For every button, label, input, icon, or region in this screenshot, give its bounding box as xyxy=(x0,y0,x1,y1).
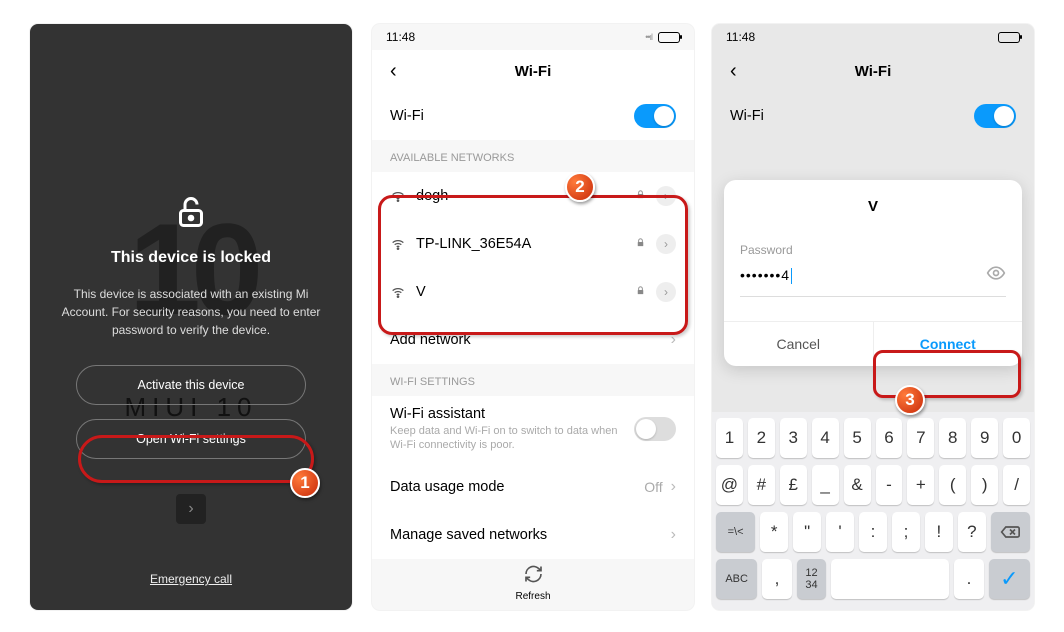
key-7[interactable]: 7 xyxy=(907,418,934,458)
eye-icon[interactable] xyxy=(986,263,1006,288)
backspace-key[interactable] xyxy=(991,512,1030,552)
wifi-toggle[interactable] xyxy=(974,104,1016,128)
locked-description: This device is associated with an existi… xyxy=(30,285,352,339)
key-2[interactable]: 2 xyxy=(748,418,775,458)
keyboard: 1234567890 @#£_&-+()/ =\< *"':;!? ABC , … xyxy=(712,412,1034,610)
highlight-box-2 xyxy=(378,195,688,335)
key-@[interactable]: @ xyxy=(716,465,743,505)
key-'[interactable]: ' xyxy=(826,512,854,552)
key-*[interactable]: * xyxy=(760,512,788,552)
refresh-button[interactable]: Refresh xyxy=(515,564,550,602)
signal-icon: ••ıl xyxy=(645,32,652,42)
key--[interactable]: - xyxy=(876,465,903,505)
activate-device-button[interactable]: Activate this device xyxy=(76,365,306,405)
shift-key[interactable]: =\< xyxy=(716,512,755,552)
wifi-password-screen: 11:48 ‹ Wi-Fi Wi-Fi V Password •••••••4 … xyxy=(712,24,1034,610)
password-value: •••••••4 xyxy=(740,267,986,284)
key-![interactable]: ! xyxy=(925,512,953,552)
period-key[interactable]: . xyxy=(954,559,983,599)
comma-key[interactable]: , xyxy=(762,559,791,599)
abc-key[interactable]: ABC xyxy=(716,559,757,599)
enter-key[interactable]: ✓ xyxy=(989,559,1030,599)
available-networks-header: AVAILABLE NETWORKS xyxy=(372,140,694,172)
key-([interactable]: ( xyxy=(939,465,966,505)
header-title: Wi-Fi xyxy=(372,63,694,80)
key-#[interactable]: # xyxy=(748,465,775,505)
wifi-toggle[interactable] xyxy=(634,104,676,128)
highlight-box-3 xyxy=(873,350,1021,398)
wifi-settings-header: WI-FI SETTINGS xyxy=(372,364,694,396)
step-badge-1: 1 xyxy=(290,468,320,498)
lang-switch-key[interactable]: 1234 xyxy=(797,559,826,599)
key-/[interactable]: / xyxy=(1003,465,1030,505)
refresh-label: Refresh xyxy=(515,591,550,602)
key-;[interactable]: ; xyxy=(892,512,920,552)
battery-icon xyxy=(998,32,1020,43)
header-title: Wi-Fi xyxy=(712,63,1034,80)
locked-device-screen: 10 MIUI 10 This device is locked This de… xyxy=(30,24,352,610)
manage-saved-row[interactable]: Manage saved networks › xyxy=(372,511,694,559)
space-key[interactable] xyxy=(831,559,949,599)
key-5[interactable]: 5 xyxy=(844,418,871,458)
chevron-right-icon: › xyxy=(671,526,676,544)
key-6[interactable]: 6 xyxy=(876,418,903,458)
status-time: 11:48 xyxy=(386,30,415,44)
key-£[interactable]: £ xyxy=(780,465,807,505)
data-usage-value: Off xyxy=(644,479,662,495)
step-badge-2: 2 xyxy=(565,172,595,202)
status-bar: 11:48 ••ıl xyxy=(372,24,694,50)
key-+[interactable]: + xyxy=(907,465,934,505)
data-usage-label: Data usage mode xyxy=(390,479,644,495)
emergency-call-link[interactable]: Emergency call xyxy=(150,572,232,586)
wifi-label: Wi-Fi xyxy=(730,108,974,124)
key-9[interactable]: 9 xyxy=(971,418,998,458)
back-icon[interactable]: ‹ xyxy=(730,60,737,83)
wifi-toggle-row: Wi-Fi xyxy=(712,92,1034,140)
data-usage-row[interactable]: Data usage mode Off › xyxy=(372,463,694,511)
key-)[interactable]: ) xyxy=(971,465,998,505)
key-8[interactable]: 8 xyxy=(939,418,966,458)
wifi-label: Wi-Fi xyxy=(390,108,634,124)
step-badge-3: 3 xyxy=(895,385,925,415)
cancel-button[interactable]: Cancel xyxy=(724,322,874,366)
status-bar: 11:48 xyxy=(712,24,1034,50)
wifi-assistant-toggle[interactable] xyxy=(634,417,676,441)
key-1[interactable]: 1 xyxy=(716,418,743,458)
manage-saved-label: Manage saved networks xyxy=(390,527,671,543)
battery-icon xyxy=(658,32,680,43)
back-icon[interactable]: ‹ xyxy=(390,60,397,83)
lock-icon xyxy=(173,194,209,235)
key-_[interactable]: _ xyxy=(812,465,839,505)
locked-title: This device is locked xyxy=(111,249,271,267)
expand-chevron-icon[interactable]: › xyxy=(176,494,206,524)
status-time: 11:48 xyxy=(726,30,755,44)
key-:[interactable]: : xyxy=(859,512,887,552)
wifi-assistant-row[interactable]: Wi-Fi assistant Keep data and Wi-Fi on t… xyxy=(372,396,694,463)
wifi-toggle-row: Wi-Fi xyxy=(372,92,694,140)
key-"[interactable]: " xyxy=(793,512,821,552)
key-3[interactable]: 3 xyxy=(780,418,807,458)
header-bar: ‹ Wi-Fi xyxy=(712,50,1034,92)
wifi-assistant-title: Wi-Fi assistant xyxy=(390,406,634,422)
password-label: Password xyxy=(740,243,1006,257)
password-modal: V Password •••••••4 Cancel Connect xyxy=(724,180,1022,366)
wifi-assistant-subtitle: Keep data and Wi-Fi on to switch to data… xyxy=(390,424,634,453)
password-field[interactable]: •••••••4 xyxy=(740,257,1006,297)
key-&[interactable]: & xyxy=(844,465,871,505)
modal-network-name: V xyxy=(740,198,1006,215)
key-0[interactable]: 0 xyxy=(1003,418,1030,458)
key-4[interactable]: 4 xyxy=(812,418,839,458)
key-?[interactable]: ? xyxy=(958,512,986,552)
highlight-box-1 xyxy=(78,435,314,483)
chevron-right-icon: › xyxy=(671,478,676,496)
header-bar: ‹ Wi-Fi xyxy=(372,50,694,92)
